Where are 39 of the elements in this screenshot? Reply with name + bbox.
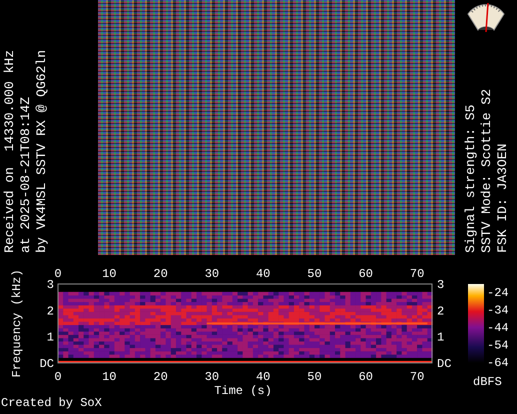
- time-tick-label: 30: [204, 370, 220, 384]
- frequency-tick-label: 2: [46, 304, 54, 318]
- signal-info-line: FSK ID: JA3OEN: [496, 142, 508, 253]
- frequency-tick-label: 2: [437, 304, 444, 318]
- credit-text: Created by SoX: [0, 396, 103, 410]
- reception-info-line: by VK4MSL SSTV RX @ QG62ln: [35, 50, 48, 253]
- time-tick-label: 0: [54, 370, 62, 384]
- colorbar-tick-label: -24: [487, 286, 509, 300]
- signal-info-line: Signal strength: S5: [464, 104, 476, 253]
- s-meter-icon: [466, 0, 506, 33]
- time-tick-label: 20: [153, 267, 168, 281]
- frequency-tick-label: 3: [437, 278, 444, 292]
- time-tick-label: 70: [410, 370, 424, 384]
- signal-info-line: SSTV Mode: Scottie S2: [480, 89, 492, 253]
- colorbar-tick-label: -64: [487, 356, 509, 370]
- frequency-tick-label: DC: [40, 356, 54, 371]
- time-tick-label: 40: [256, 370, 270, 384]
- colorbar-tick-label: -54: [487, 338, 509, 352]
- colorbar-unit-label: dBFS: [473, 375, 502, 389]
- frequency-tick-label: DC: [437, 356, 452, 371]
- time-tick-label: 0: [54, 267, 62, 281]
- frequency-tick-label: 1: [437, 330, 444, 345]
- time-tick-label: 70: [410, 267, 424, 281]
- time-tick-label: 10: [102, 370, 116, 384]
- colorbar-tick-label: -44: [487, 321, 509, 335]
- colorbar-tick-label: -34: [487, 304, 509, 318]
- time-tick-label: 60: [358, 267, 373, 281]
- time-tick-label: 30: [204, 267, 220, 281]
- frequency-tick-label: 1: [46, 330, 54, 345]
- time-tick-label: 50: [307, 370, 322, 384]
- time-tick-label: 10: [102, 267, 116, 281]
- time-tick-label: 50: [307, 267, 322, 281]
- frequency-tick-label: 3: [46, 278, 54, 292]
- time-tick-label: 60: [358, 370, 373, 384]
- time-tick-label: 20: [153, 370, 168, 384]
- reception-info-line: at 2025-08-21T08:14Z: [19, 96, 32, 253]
- time-tick-label: 40: [256, 267, 270, 281]
- frequency-axis-label: Frequency (kHz): [10, 269, 24, 378]
- reception-info-line: Received on 14330.000 kHz: [3, 50, 16, 253]
